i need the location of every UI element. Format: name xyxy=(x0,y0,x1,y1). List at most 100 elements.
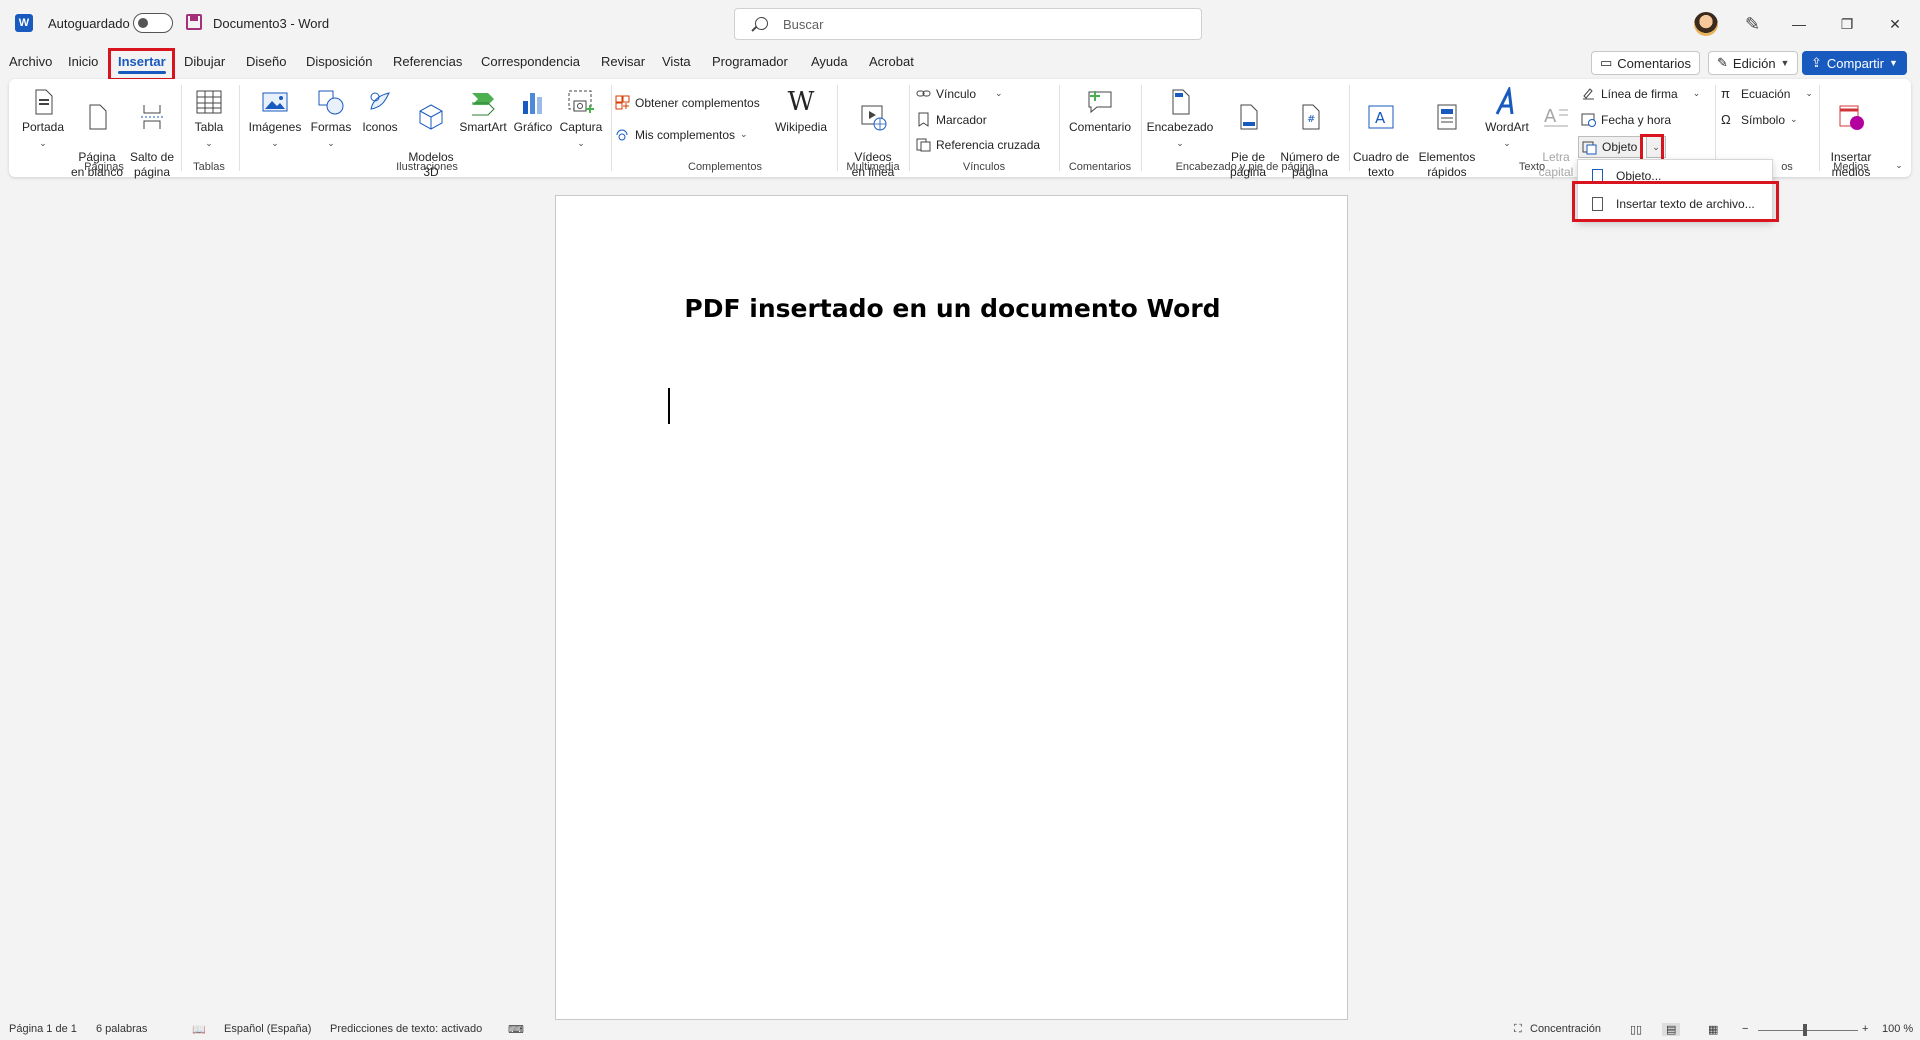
close-button[interactable]: ✕ xyxy=(1872,10,1918,38)
link-button[interactable]: Vínculo ⌄ xyxy=(916,86,1003,101)
chevron-down-icon: ▼ xyxy=(1888,58,1898,68)
group-label-ilustraciones: Ilustraciones xyxy=(396,161,458,173)
page-count[interactable]: Página 1 de 1 xyxy=(9,1023,77,1035)
highlight-insert-text-from-file xyxy=(1572,181,1779,222)
tab-ayuda[interactable]: Ayuda xyxy=(811,54,848,69)
print-layout-icon[interactable]: ▤ xyxy=(1662,1023,1681,1036)
read-mode-icon[interactable]: ▯▯ xyxy=(1630,1023,1642,1036)
status-bar: Página 1 de 1 6 palabras 📖 Español (Espa… xyxy=(0,1020,1920,1040)
page-break-icon xyxy=(137,102,167,132)
chart-label: Gráfico xyxy=(513,120,553,134)
focus-mode-button[interactable]: Concentración xyxy=(1530,1023,1601,1035)
pencil-icon: ✎ xyxy=(1717,55,1728,70)
equation-label: Ecuación xyxy=(1741,86,1791,101)
document-page[interactable]: PDF insertado en un documento Word xyxy=(555,195,1348,1020)
text-predictions-status[interactable]: Predicciones de texto: activado xyxy=(330,1023,482,1035)
cross-reference-button[interactable]: Referencia cruzada xyxy=(916,137,1040,152)
chart-button[interactable]: Gráfico xyxy=(511,87,555,135)
screenshot-button[interactable]: Captura ⌄ xyxy=(557,87,605,151)
get-addins-button[interactable]: Obtener complementos xyxy=(615,95,760,110)
symbol-button[interactable]: Ω Símbolo ⌄ xyxy=(1721,112,1798,127)
proofing-icon[interactable]: 📖 xyxy=(192,1023,206,1036)
zoom-level[interactable]: 100 % xyxy=(1882,1023,1913,1035)
zoom-out-button[interactable]: − xyxy=(1742,1023,1748,1035)
group-label-vinculos: Vínculos xyxy=(962,161,1006,173)
tab-correspondencia[interactable]: Correspondencia xyxy=(481,54,580,69)
images-button[interactable]: Imágenes ⌄ xyxy=(247,87,303,151)
chevron-down-icon: ⌄ xyxy=(1692,88,1701,98)
focus-icon[interactable]: ⛶ xyxy=(1514,1023,1522,1036)
cover-page-button[interactable]: Portada ⌄ xyxy=(21,87,65,151)
new-comment-button[interactable]: Comentario xyxy=(1063,87,1137,135)
chart-icon xyxy=(518,87,548,117)
tab-revisar[interactable]: Revisar xyxy=(601,54,645,69)
object-button[interactable]: Objeto xyxy=(1578,136,1642,158)
avatar[interactable] xyxy=(1694,12,1718,36)
tab-acrobat[interactable]: Acrobat xyxy=(869,54,914,69)
search-input[interactable]: Buscar xyxy=(734,8,1202,40)
new-comment-label: Comentario xyxy=(1068,120,1132,134)
share-button[interactable]: ⇪ Compartir ▼ xyxy=(1802,51,1907,75)
restore-button[interactable]: ❐ xyxy=(1824,10,1870,38)
chevron-down-icon: ▼ xyxy=(1780,58,1790,68)
cover-page-label: Portada xyxy=(21,120,65,134)
equation-button[interactable]: π Ecuación ⌄ xyxy=(1721,86,1813,101)
tab-inicio[interactable]: Inicio xyxy=(68,54,98,69)
shapes-icon xyxy=(316,87,346,117)
group-separator xyxy=(1819,85,1820,171)
text-box-icon: A xyxy=(1366,102,1396,132)
wikipedia-button[interactable]: W Wikipedia xyxy=(771,87,831,135)
ribbon-collapse-button[interactable]: ⌄ xyxy=(1891,157,1907,173)
wordart-button[interactable]: WordArt ⌄ xyxy=(1481,84,1533,151)
header-button[interactable]: Encabezado ⌄ xyxy=(1145,87,1215,151)
bookmark-button[interactable]: Marcador xyxy=(916,112,987,127)
tab-disposicion[interactable]: Disposición xyxy=(306,54,372,69)
pen-icon[interactable]: ✎ xyxy=(1745,14,1760,35)
shapes-button[interactable]: Formas ⌄ xyxy=(309,87,353,151)
icons-icon xyxy=(365,87,395,117)
accessibility-icon[interactable]: ⌨ xyxy=(508,1023,524,1036)
my-addins-button[interactable]: Mis complementos ⌄ xyxy=(615,127,748,142)
editing-button[interactable]: ✎ Edición ▼ xyxy=(1708,51,1799,75)
zoom-in-button[interactable]: + xyxy=(1862,1023,1868,1035)
image-icon xyxy=(260,87,290,117)
save-icon[interactable] xyxy=(186,14,202,30)
tab-programador[interactable]: Programador xyxy=(712,54,788,69)
tab-diseno[interactable]: Diseño xyxy=(246,54,286,69)
autosave-label: Autoguardado xyxy=(48,16,130,31)
link-icon xyxy=(916,86,931,101)
chevron-down-icon: ⌄ xyxy=(1790,114,1798,124)
icons-button[interactable]: Iconos xyxy=(358,87,402,135)
word-count[interactable]: 6 palabras xyxy=(96,1023,147,1035)
video-icon xyxy=(858,102,888,132)
table-icon xyxy=(194,87,224,117)
tab-vista[interactable]: Vista xyxy=(662,54,691,69)
language-status[interactable]: Español (España) xyxy=(224,1023,311,1035)
group-label-simbolos: os xyxy=(1781,161,1793,173)
bookmark-icon xyxy=(916,112,931,127)
autosave-toggle[interactable] xyxy=(133,13,173,33)
minimize-button[interactable]: — xyxy=(1776,10,1822,38)
group-label-medios: Medios xyxy=(1833,161,1869,173)
group-separator xyxy=(1141,85,1142,171)
web-layout-icon[interactable]: ▦ xyxy=(1708,1023,1718,1036)
header-label: Encabezado xyxy=(1146,120,1214,134)
tab-referencias[interactable]: Referencias xyxy=(393,54,462,69)
svg-text:A: A xyxy=(1375,109,1386,127)
date-time-button[interactable]: Fecha y hora xyxy=(1581,112,1671,127)
search-placeholder: Buscar xyxy=(783,17,824,32)
document-heading: PDF insertado en un documento Word xyxy=(684,294,1221,323)
document-title: Documento3 - Word xyxy=(213,16,330,31)
table-button[interactable]: Tabla ⌄ xyxy=(189,87,229,151)
smartart-button[interactable]: SmartArt xyxy=(459,87,507,135)
tab-archivo[interactable]: Archivo xyxy=(9,54,52,69)
tab-dibujar[interactable]: Dibujar xyxy=(184,54,225,69)
zoom-slider[interactable] xyxy=(1758,1030,1858,1031)
comments-button[interactable]: ▭ Comentarios xyxy=(1591,51,1700,75)
symbol-label: Símbolo xyxy=(1741,112,1786,127)
highlight-insertar-tab xyxy=(108,48,175,81)
wordart-label: WordArt xyxy=(1485,120,1529,134)
group-separator xyxy=(239,85,240,171)
signature-line-button[interactable]: Línea de firma ⌄ xyxy=(1581,86,1700,101)
zoom-slider-thumb[interactable] xyxy=(1803,1024,1807,1036)
